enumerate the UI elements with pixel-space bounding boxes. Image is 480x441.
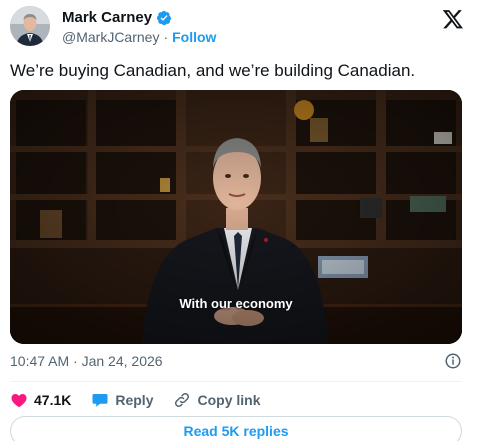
video-caption: With our economy xyxy=(179,296,293,311)
reply-button[interactable]: Reply xyxy=(91,391,153,409)
tweet-header: Mark Carney @MarkJCarney · Follow xyxy=(10,6,470,50)
like-button[interactable]: 47.1K xyxy=(10,391,71,409)
copy-link-button[interactable]: Copy link xyxy=(173,391,261,409)
copy-link-label: Copy link xyxy=(197,392,261,408)
avatar[interactable] xyxy=(10,6,50,46)
like-count: 47.1K xyxy=(34,392,72,408)
video-player[interactable]: With our economy xyxy=(10,90,462,344)
timestamp[interactable]: 10:47 AM · Jan 24, 2026 xyxy=(10,353,163,369)
author-name-row: Mark Carney xyxy=(62,9,172,26)
author-handle[interactable]: @MarkJCarney xyxy=(62,29,159,45)
info-icon[interactable] xyxy=(444,352,462,370)
reply-label: Reply xyxy=(115,392,154,408)
separator-dot: · xyxy=(163,29,169,45)
action-bar: 47.1K Reply Copy link xyxy=(10,389,281,411)
tweet-meta: 10:47 AM · Jan 24, 2026 xyxy=(10,353,462,369)
follow-button[interactable]: Follow xyxy=(172,29,216,45)
x-logo-icon[interactable] xyxy=(442,8,464,30)
link-icon xyxy=(175,392,190,408)
speech-bubble-icon xyxy=(92,394,108,407)
author-name[interactable]: Mark Carney xyxy=(62,9,152,26)
author-handle-row: @MarkJCarney · Follow xyxy=(62,29,216,45)
avatar-image xyxy=(10,6,50,46)
tweet-text: We’re buying Canadian, and we’re buildin… xyxy=(10,61,416,80)
heart-icon xyxy=(11,394,27,408)
divider xyxy=(10,381,462,382)
read-replies-button[interactable]: Read 5K replies xyxy=(10,416,462,441)
verified-badge-icon xyxy=(156,10,172,25)
